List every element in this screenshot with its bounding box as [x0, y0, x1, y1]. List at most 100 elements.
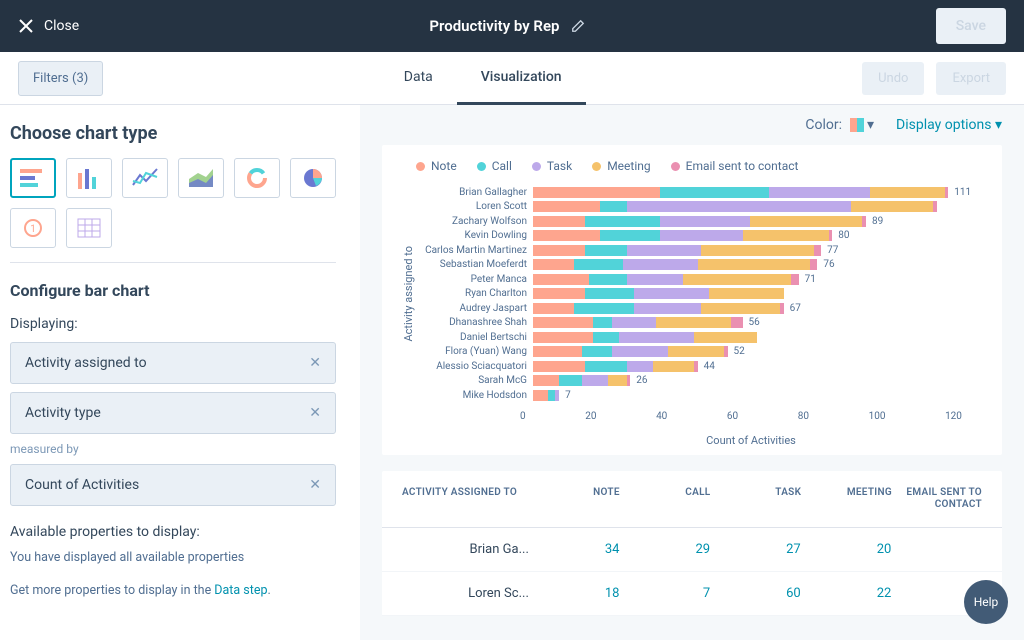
chart-type-vbar[interactable] — [66, 158, 112, 198]
bar-segment[interactable] — [851, 201, 933, 212]
bar-segment[interactable] — [862, 216, 866, 227]
bar-segment[interactable] — [660, 216, 750, 227]
bar-segment[interactable] — [533, 187, 660, 198]
bar-segment[interactable] — [533, 303, 574, 314]
bar-segment[interactable] — [533, 216, 585, 227]
th-task[interactable]: TASK — [711, 487, 802, 511]
bar-segment[interactable] — [585, 245, 626, 256]
tab-data[interactable]: Data — [380, 52, 457, 105]
bar-segment[interactable] — [612, 346, 668, 357]
bar-segment[interactable] — [533, 245, 585, 256]
export-button[interactable]: Export — [936, 62, 1006, 95]
bar-segment[interactable] — [533, 332, 593, 343]
chart-type-line[interactable] — [122, 158, 168, 198]
bar-segment[interactable] — [668, 346, 724, 357]
bar-segment[interactable] — [533, 230, 600, 241]
bar-segment[interactable] — [653, 361, 694, 372]
table-row[interactable]: Loren Sc...1876022 — [382, 572, 1002, 616]
bar-segment[interactable] — [627, 375, 631, 386]
help-button[interactable]: Help — [964, 580, 1008, 624]
th-assigned[interactable]: ACTIVITY ASSIGNED TO — [402, 487, 529, 511]
bar-segment[interactable] — [627, 245, 702, 256]
bar-segment[interactable] — [585, 288, 634, 299]
bar-segment[interactable] — [698, 259, 810, 270]
bar-segment[interactable] — [593, 332, 619, 343]
bar-segment[interactable] — [933, 201, 937, 212]
chart-type-area[interactable] — [178, 158, 224, 198]
bar-segment[interactable] — [870, 187, 945, 198]
bar-segment[interactable] — [709, 288, 784, 299]
bar-segment[interactable] — [810, 259, 817, 270]
chart-type-pie[interactable] — [290, 158, 336, 198]
th-call[interactable]: CALL — [620, 487, 711, 511]
remove-icon[interactable]: ✕ — [309, 477, 321, 493]
remove-icon[interactable]: ✕ — [309, 405, 321, 421]
bar-segment[interactable] — [623, 259, 698, 270]
bar-segment[interactable] — [750, 216, 862, 227]
bar-segment[interactable] — [634, 303, 701, 314]
th-note[interactable]: NOTE — [529, 487, 620, 511]
tab-visualization[interactable]: Visualization — [457, 52, 586, 105]
th-email[interactable]: EMAIL SENT TO CONTACT — [892, 487, 982, 511]
bar-segment[interactable] — [694, 361, 698, 372]
chart-type-hbar[interactable] — [10, 158, 56, 198]
bar-segment[interactable] — [743, 230, 829, 241]
chart-type-table[interactable] — [66, 208, 112, 248]
chip-measure[interactable]: Count of Activities✕ — [10, 464, 336, 506]
bar-segment[interactable] — [619, 332, 694, 343]
remove-icon[interactable]: ✕ — [309, 355, 321, 371]
chip-activity-type[interactable]: Activity type✕ — [10, 392, 336, 434]
bar-segment[interactable] — [533, 317, 593, 328]
bar-segment[interactable] — [548, 390, 555, 401]
chart-type-kpi[interactable]: 1 — [10, 208, 56, 248]
bar-segment[interactable] — [829, 230, 833, 241]
bar-segment[interactable] — [656, 317, 731, 328]
chip-activity-assigned[interactable]: Activity assigned to✕ — [10, 342, 336, 384]
bar-segment[interactable] — [608, 375, 627, 386]
bar-segment[interactable] — [555, 390, 559, 401]
bar-segment[interactable] — [701, 303, 780, 314]
bar-segment[interactable] — [694, 332, 758, 343]
bar-segment[interactable] — [945, 187, 949, 198]
color-swatch[interactable] — [850, 118, 864, 132]
bar-segment[interactable] — [660, 187, 769, 198]
bar-segment[interactable] — [582, 375, 608, 386]
bar-segment[interactable] — [559, 375, 581, 386]
bar-segment[interactable] — [582, 346, 612, 357]
bar-segment[interactable] — [683, 274, 792, 285]
close-button[interactable]: Close — [18, 18, 79, 34]
bar-segment[interactable] — [627, 361, 653, 372]
bar-segment[interactable] — [533, 346, 582, 357]
filters-button[interactable]: Filters (3) — [18, 61, 103, 96]
bar-segment[interactable] — [533, 259, 574, 270]
bar-segment[interactable] — [533, 375, 559, 386]
bar-segment[interactable] — [533, 390, 548, 401]
bar-segment[interactable] — [660, 230, 742, 241]
table-row[interactable]: Brian Ga...34292720 — [382, 528, 1002, 572]
bar-segment[interactable] — [585, 361, 626, 372]
bar-segment[interactable] — [574, 259, 623, 270]
bar-segment[interactable] — [589, 274, 626, 285]
undo-button[interactable]: Undo — [862, 62, 924, 95]
bar-segment[interactable] — [600, 230, 660, 241]
bar-segment[interactable] — [585, 216, 660, 227]
save-button[interactable]: Save — [936, 8, 1006, 44]
bar-segment[interactable] — [791, 274, 798, 285]
bar-segment[interactable] — [724, 346, 728, 357]
bar-segment[interactable] — [612, 317, 657, 328]
th-meeting[interactable]: MEETING — [801, 487, 892, 511]
chart-type-donut[interactable] — [234, 158, 280, 198]
bar-segment[interactable] — [634, 288, 709, 299]
bar-segment[interactable] — [731, 317, 742, 328]
bar-segment[interactable] — [701, 245, 813, 256]
bar-segment[interactable] — [533, 274, 589, 285]
bar-segment[interactable] — [533, 201, 600, 212]
bar-segment[interactable] — [574, 303, 634, 314]
bar-segment[interactable] — [533, 361, 585, 372]
edit-icon[interactable] — [571, 19, 585, 33]
display-options-dropdown[interactable]: Display options ▾ — [896, 117, 1002, 133]
bar-segment[interactable] — [533, 288, 585, 299]
bar-segment[interactable] — [814, 245, 821, 256]
bar-segment[interactable] — [600, 201, 626, 212]
bar-segment[interactable] — [593, 317, 612, 328]
